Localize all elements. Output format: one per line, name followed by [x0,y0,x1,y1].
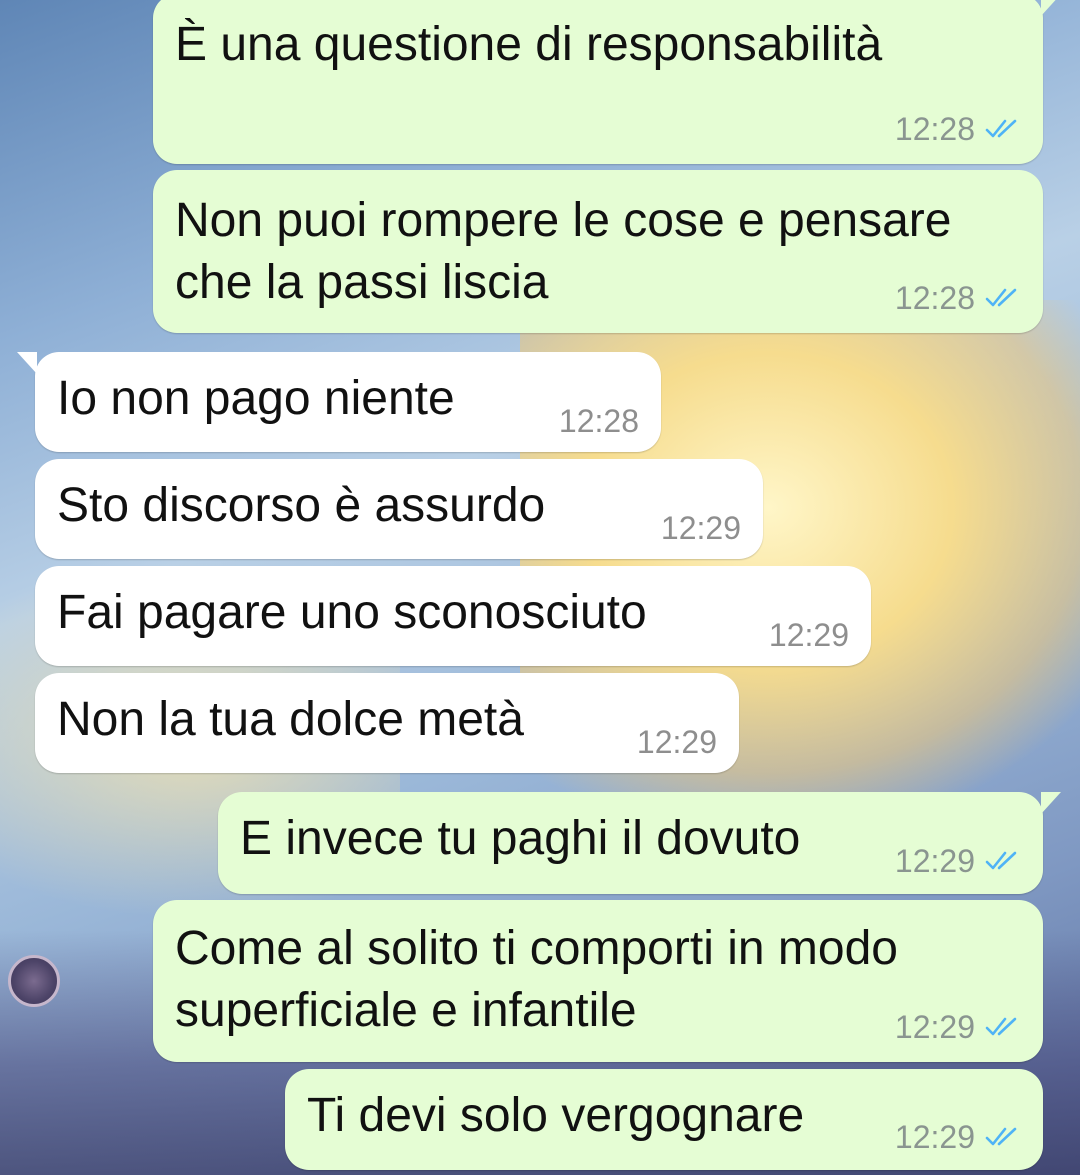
message-bubble-outgoing[interactable]: Ti devi solo vergognare 12:29 [285,1069,1043,1170]
message-time: 12:28 [894,111,975,147]
double-check-read-icon [985,119,1017,138]
message-text: Ti devi solo vergognare [307,1089,805,1142]
message-bubble-outgoing[interactable]: Come al solito ti comporti in modo super… [153,900,1043,1062]
message-time: 12:29 [768,617,849,653]
double-check-read-icon [985,851,1017,870]
wallpaper-ring [8,955,60,1007]
message-meta: 12:29 [895,844,1021,878]
message-text: Non puoi rompere le cose e pensare che l… [175,194,952,309]
message-text: Io non pago niente [57,372,455,425]
message-text: E invece tu paghi il dovuto [240,812,801,865]
message-text: Sto discorso è assurdo [57,479,546,532]
message-time: 12:28 [894,280,975,316]
message-meta: 12:29 [769,618,849,652]
message-time: 12:29 [894,843,975,879]
message-bubble-incoming[interactable]: Fai pagare uno sconosciuto 12:29 [35,566,871,666]
message-text: È una questione di responsabilità [175,18,883,71]
double-check-read-icon [985,1017,1017,1036]
message-meta: 12:28 [895,281,1021,315]
message-text: Non la tua dolce metà [57,693,524,746]
message-text: Fai pagare uno sconosciuto [57,586,647,639]
message-time: 12:29 [894,1009,975,1045]
message-meta: 12:29 [895,1120,1021,1154]
message-time: 12:29 [894,1119,975,1155]
message-meta: 12:29 [637,725,717,759]
message-text: Come al solito ti comporti in modo super… [175,922,898,1037]
message-time: 12:28 [558,403,639,439]
message-bubble-incoming[interactable]: Io non pago niente 12:28 [17,352,661,452]
message-bubble-outgoing[interactable]: È una questione di responsabilità 12:28 [153,0,1061,164]
double-check-read-icon [985,288,1017,307]
message-bubble-outgoing[interactable]: Non puoi rompere le cose e pensare che l… [153,170,1043,333]
message-meta: 12:28 [559,404,639,438]
message-time: 12:29 [660,510,741,546]
message-meta: 12:29 [895,1010,1021,1044]
message-time: 12:29 [636,724,717,760]
message-bubble-incoming[interactable]: Non la tua dolce metà 12:29 [35,673,739,773]
message-bubble-outgoing[interactable]: E invece tu paghi il dovuto 12:29 [218,792,1061,894]
message-meta: 12:29 [661,511,741,545]
message-bubble-incoming[interactable]: Sto discorso è assurdo 12:29 [35,459,763,559]
message-meta: 12:28 [895,112,1021,146]
double-check-read-icon [985,1127,1017,1146]
